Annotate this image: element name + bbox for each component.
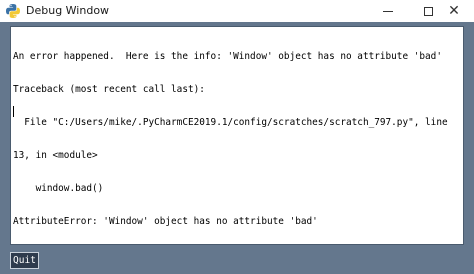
maximize-icon (423, 6, 433, 16)
close-button[interactable]: ✕ (434, 0, 474, 22)
output-text: An error happened. Here is the info: 'Wi… (13, 29, 461, 249)
output-line: AttributeError: 'Window' object has no a… (13, 216, 318, 227)
close-icon: ✕ (448, 3, 460, 19)
minimize-icon (383, 10, 393, 12)
debug-output-multiline[interactable]: An error happened. Here is the info: 'Wi… (10, 26, 464, 245)
output-line: An error happened. Here is the info: 'Wi… (13, 51, 442, 62)
output-line: 13, in <module> (13, 150, 98, 161)
quit-button[interactable]: Quit (10, 252, 39, 269)
title-bar: Debug Window ✕ (0, 0, 474, 22)
minimize-button[interactable] (368, 0, 408, 22)
python-logo-icon (6, 4, 20, 18)
text-caret (13, 106, 14, 117)
window-title: Debug Window (26, 4, 110, 17)
output-line: window.bad() (13, 183, 104, 194)
output-line: Traceback (most recent call last): (13, 84, 205, 95)
output-line: File "C:/Users/mike/.PyCharmCE2019.1/con… (13, 117, 448, 128)
